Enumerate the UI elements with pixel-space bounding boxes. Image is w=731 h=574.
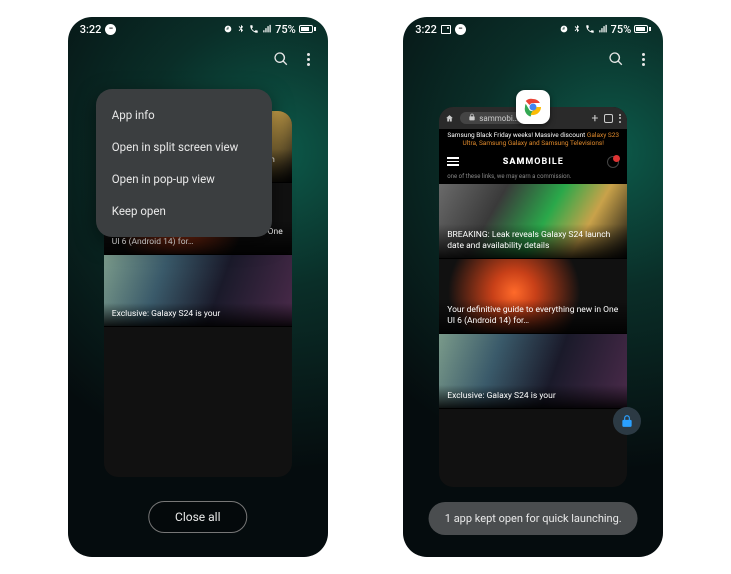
alarm-icon [559, 24, 569, 34]
menu-popup-view[interactable]: Open in pop-up view [96, 163, 272, 195]
status-right-icons: 75% [559, 23, 652, 36]
notification-bell-icon[interactable] [607, 156, 619, 168]
status-time: 3:22 [415, 23, 437, 36]
phone-left-recents-with-menu: 3:22 − 75% BREAKING: Leak reveals Galaxy… [68, 17, 328, 557]
screenshot-notif-icon [441, 25, 451, 34]
wifi-calling-icon [585, 24, 595, 34]
home-icon[interactable] [445, 114, 454, 123]
chrome-icon [521, 95, 545, 119]
close-all-button[interactable]: Close all [148, 501, 247, 533]
tabs-icon[interactable] [604, 114, 613, 123]
lock-icon [620, 414, 634, 428]
dnd-icon: − [105, 24, 116, 35]
keep-open-lock-badge[interactable] [613, 407, 641, 435]
article-headline: Exclusive: Galaxy S24 is your [439, 385, 627, 408]
battery-icon [299, 25, 316, 33]
menu-app-info[interactable]: App info [96, 99, 272, 131]
alarm-icon [223, 24, 233, 34]
article-headline: BREAKING: Leak reveals Galaxy S24 launch… [439, 224, 627, 257]
site-brand: SAMMOBILE [439, 157, 627, 167]
signal-icon [598, 24, 608, 34]
app-context-menu: App info Open in split screen view Open … [96, 89, 272, 237]
bluetooth-icon [236, 24, 246, 34]
affiliate-note: one of these links, we may earn a commis… [439, 173, 627, 184]
menu-keep-open[interactable]: Keep open [96, 195, 272, 227]
article-headline: Your definitive guide to everything new … [439, 299, 627, 332]
recent-app-card[interactable]: sammobi… + Samsung Black Friday weeks! M… [439, 107, 627, 487]
search-icon[interactable] [273, 51, 289, 67]
phone-right-recents-locked: 3:22 − 75% s [403, 17, 663, 557]
battery-pct: 75% [275, 23, 296, 36]
new-tab-icon[interactable]: + [591, 111, 598, 125]
menu-split-screen[interactable]: Open in split screen view [96, 131, 272, 163]
app-icon-chrome[interactable] [516, 90, 550, 124]
bluetooth-icon [572, 24, 582, 34]
search-icon[interactable] [608, 51, 624, 67]
site-header: SAMMOBILE [439, 151, 627, 173]
dnd-icon: − [455, 24, 466, 35]
status-bar: 3:22 − 75% [68, 17, 328, 41]
more-icon[interactable] [307, 53, 310, 66]
signal-icon [262, 24, 272, 34]
recents-toolbar [68, 41, 328, 75]
battery-pct: 75% [611, 23, 632, 36]
status-time: 3:22 [80, 23, 102, 36]
status-bar: 3:22 − 75% [403, 17, 663, 41]
article-headline: Exclusive: Galaxy S24 is your [104, 303, 292, 326]
promo-banner: Samsung Black Friday weeks! Massive disc… [439, 129, 627, 151]
recents-toolbar [403, 41, 663, 75]
toast-message: 1 app kept open for quick launching. [429, 502, 638, 535]
browser-menu-icon[interactable] [619, 114, 621, 123]
more-icon[interactable] [642, 53, 645, 66]
wifi-calling-icon [249, 24, 259, 34]
battery-icon [634, 25, 651, 33]
status-right-icons: 75% [223, 23, 316, 36]
